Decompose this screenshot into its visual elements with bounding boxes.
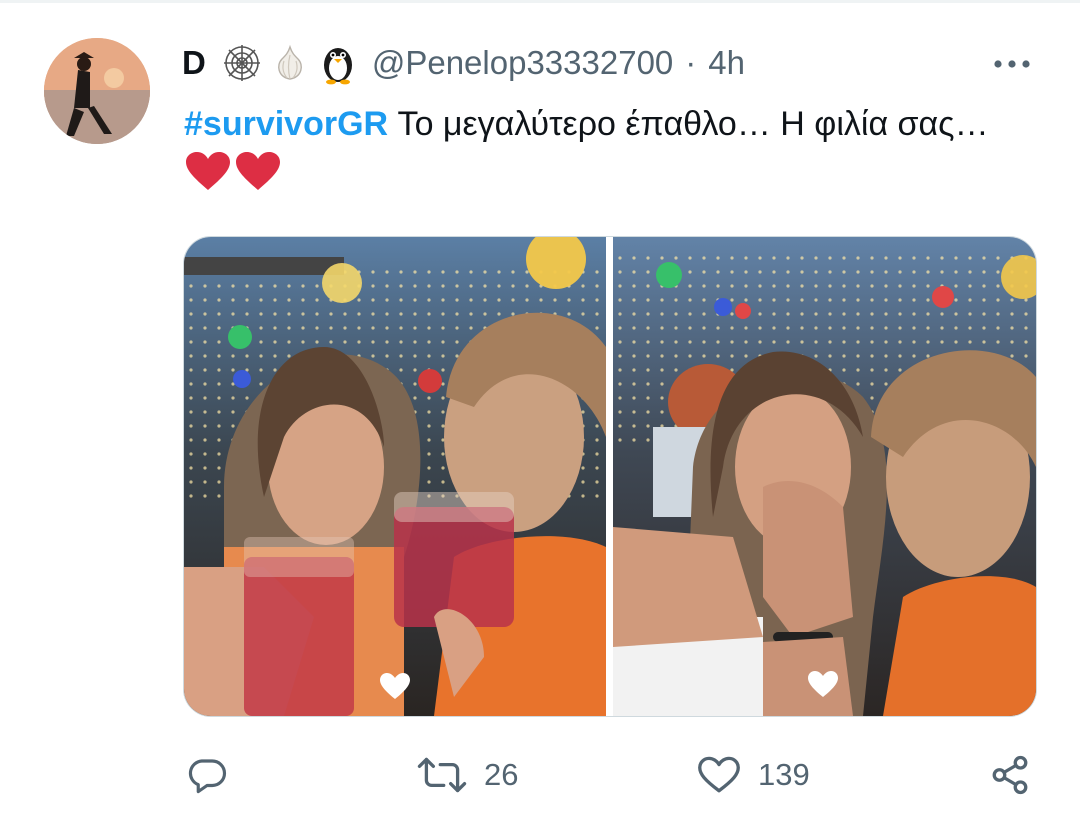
author-name[interactable]: D xyxy=(182,44,206,82)
reply-button[interactable] xyxy=(186,740,244,810)
more-options-icon[interactable] xyxy=(992,46,1032,81)
tweet-actions: 26 139 xyxy=(0,740,1080,810)
media-grid xyxy=(183,236,1037,717)
avatar[interactable] xyxy=(44,38,150,144)
red-heart-icon xyxy=(186,152,280,190)
share-icon xyxy=(992,755,1028,795)
tweet-body: Το μεγαλύτερο έπαθλο… Η φιλία σας… xyxy=(388,105,989,143)
top-divider xyxy=(0,0,1080,3)
tweet-text: #survivorGR Το μεγαλύτερο έπαθλο… Η φιλί… xyxy=(184,98,1044,209)
photo-couple-toasting[interactable] xyxy=(184,237,606,716)
heart-emojis xyxy=(184,150,282,209)
garlic-icon xyxy=(268,41,312,85)
like-count: 139 xyxy=(758,757,810,792)
reply-icon xyxy=(188,759,227,794)
retweet-icon xyxy=(417,757,467,793)
retweet-count: 26 xyxy=(484,757,519,792)
tweet-header: D @Penelop33332700 · 4h xyxy=(182,38,745,88)
spider-web-icon xyxy=(220,41,264,85)
retweet-button[interactable]: 26 xyxy=(416,740,518,810)
timestamp[interactable]: 4h xyxy=(708,44,745,82)
penguin-icon xyxy=(316,41,360,85)
hashtag-link[interactable]: #survivorGR xyxy=(184,105,388,143)
like-button[interactable]: 139 xyxy=(696,740,810,810)
photo-couple-blowing-kiss[interactable] xyxy=(613,237,1036,716)
author-handle[interactable]: @Penelop33332700 xyxy=(372,44,673,82)
like-heart-icon xyxy=(698,756,740,793)
share-button[interactable] xyxy=(988,740,1032,810)
separator-dot: · xyxy=(685,44,697,81)
